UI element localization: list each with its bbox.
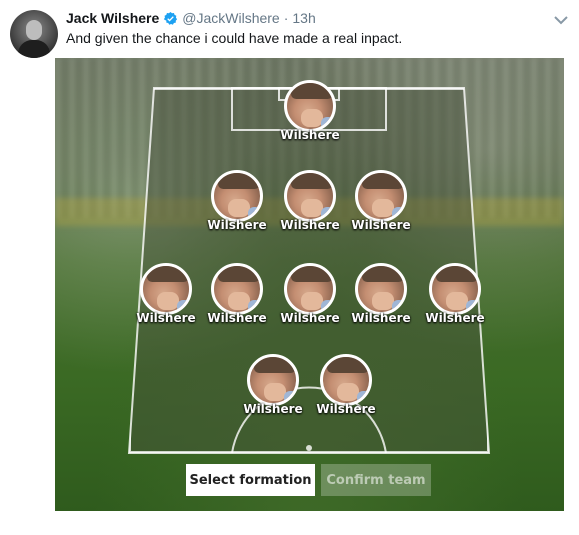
verified-badge-icon [163, 11, 178, 26]
player-name: Wilshere [351, 311, 411, 325]
player-name: Wilshere [136, 311, 196, 325]
player-midfielder[interactable]: Wilshere [341, 263, 421, 335]
player-photo [284, 263, 336, 315]
player-name: Wilshere [280, 311, 340, 325]
player-defender[interactable]: Wilshere [270, 170, 350, 242]
tweet-media-image[interactable]: Wilshere Wilshere Wilshere Wilshere Wils… [55, 58, 564, 511]
separator-dot: · [283, 10, 289, 26]
player-name: Wilshere [280, 128, 340, 142]
player-name: Wilshere [425, 311, 485, 325]
player-photo [211, 263, 263, 315]
display-name[interactable]: Jack Wilshere [66, 10, 159, 26]
timestamp[interactable]: 13h [292, 10, 315, 26]
player-photo [140, 263, 192, 315]
player-name: Wilshere [280, 218, 340, 232]
player-name: Wilshere [316, 402, 376, 416]
player-photo [355, 263, 407, 315]
player-gk[interactable]: Wilshere [270, 80, 350, 152]
tweet-text: And given the chance i could have made a… [66, 30, 403, 46]
player-photo [429, 263, 481, 315]
handle[interactable]: @JackWilshere [182, 10, 279, 26]
player-name: Wilshere [207, 311, 267, 325]
player-forward[interactable]: Wilshere [233, 354, 313, 426]
tweet-author-row: Jack Wilshere @JackWilshere · 13h [66, 9, 316, 27]
player-defender[interactable]: Wilshere [341, 170, 421, 242]
chevron-down-icon[interactable] [554, 12, 568, 25]
player-photo [284, 170, 336, 222]
tweet-header: Jack Wilshere @JackWilshere · 13h And gi… [0, 0, 579, 58]
player-defender[interactable]: Wilshere [197, 170, 277, 242]
player-photo [355, 170, 407, 222]
player-midfielder[interactable]: Wilshere [197, 263, 277, 335]
select-formation-button[interactable]: Select formation [186, 464, 315, 496]
avatar[interactable] [10, 10, 58, 58]
player-midfielder[interactable]: Wilshere [415, 263, 495, 335]
player-photo [320, 354, 372, 406]
player-midfielder[interactable]: Wilshere [270, 263, 350, 335]
player-forward[interactable]: Wilshere [306, 354, 386, 426]
player-name: Wilshere [207, 218, 267, 232]
player-midfielder[interactable]: Wilshere [126, 263, 206, 335]
player-photo [247, 354, 299, 406]
player-photo [211, 170, 263, 222]
confirm-team-button[interactable]: Confirm team [321, 464, 431, 496]
player-name: Wilshere [243, 402, 303, 416]
player-name: Wilshere [351, 218, 411, 232]
player-photo [284, 80, 336, 132]
